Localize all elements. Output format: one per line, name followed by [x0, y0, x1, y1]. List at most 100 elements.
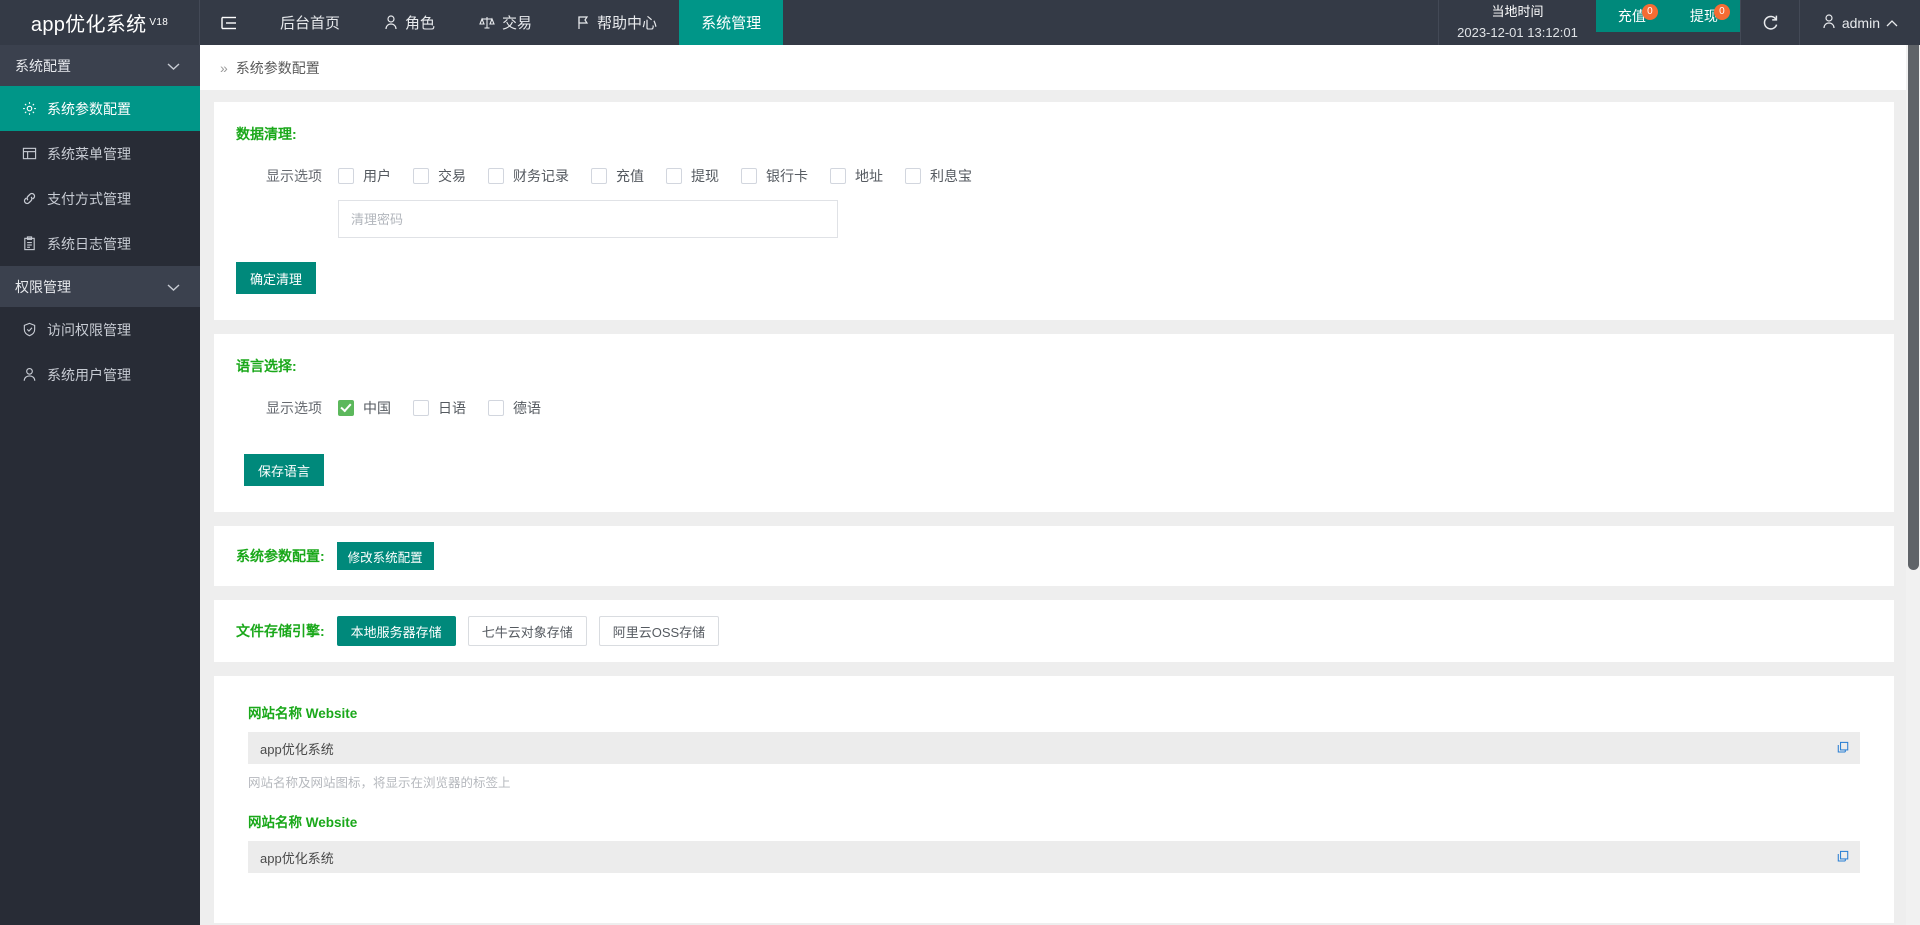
checkbox-box[interactable]	[338, 168, 354, 184]
content-area: 数据清理: 显示选项 用户 交易 财务记录	[200, 90, 1908, 923]
main-content: » 系统参数配置 数据清理: 显示选项 用户 交易	[200, 45, 1908, 925]
refresh-icon[interactable]	[1740, 0, 1799, 45]
double-chevron-right-icon: »	[220, 60, 228, 76]
nav-item-trade[interactable]: 交易	[457, 0, 554, 45]
checkbox-box[interactable]	[591, 168, 607, 184]
sidebar-item-label: 访问权限管理	[47, 320, 131, 340]
user-name: admin	[1842, 15, 1880, 31]
withdraw-button[interactable]: 0 提现	[1668, 0, 1740, 32]
main-nav: 后台首页 角色 交易	[258, 0, 1438, 45]
system-param-row: 系统参数配置: 修改系统配置	[236, 542, 1872, 570]
flag-icon	[576, 15, 590, 30]
checkbox-lixibao[interactable]: 利息宝	[905, 166, 972, 186]
chevron-down-icon	[167, 279, 180, 295]
sidebar-item-system-user[interactable]: 系统用户管理	[0, 352, 200, 397]
clean-password-input[interactable]	[338, 200, 838, 238]
checkbox-box[interactable]	[488, 400, 504, 416]
withdraw-badge: 0	[1714, 4, 1730, 20]
user-menu[interactable]: admin	[1799, 0, 1920, 45]
checkbox-japanese[interactable]: 日语	[413, 398, 466, 418]
checkbox-german[interactable]: 德语	[488, 398, 541, 418]
website-settings-card: 网站名称 Website 网站名称及网站图标，将显示在浏览器的标签上 网站名称 …	[214, 676, 1894, 923]
checkbox-box[interactable]	[413, 168, 429, 184]
checkbox-bank-card[interactable]: 银行卡	[741, 166, 808, 186]
checkbox-box[interactable]	[830, 168, 846, 184]
checkbox-label: 交易	[438, 166, 466, 186]
sidebar: 系统配置 系统参数配置 系统菜单管理	[0, 45, 200, 925]
local-time-value: 2023-12-01 13:12:01	[1457, 23, 1578, 43]
checkbox-box[interactable]	[338, 400, 354, 416]
hamburger-icon[interactable]	[200, 0, 258, 45]
top-right-actions: 当地时间 2023-12-01 13:12:01 0 充值 0 提现 admin	[1438, 0, 1920, 45]
checkbox-box[interactable]	[666, 168, 682, 184]
storage-engine-row: 文件存储引擎: 本地服务器存储 七牛云对象存储 阿里云OSS存储	[236, 616, 1872, 646]
language-title: 语言选择:	[236, 356, 1872, 376]
modify-system-config-button[interactable]: 修改系统配置	[337, 542, 434, 570]
checkbox-withdraw[interactable]: 提现	[666, 166, 719, 186]
field-website-name-2: 网站名称 Website	[248, 811, 1860, 873]
recharge-button[interactable]: 0 充值	[1596, 0, 1668, 32]
local-time: 当地时间 2023-12-01 13:12:01	[1438, 0, 1596, 45]
checkbox-address[interactable]: 地址	[830, 166, 883, 186]
checkbox-label: 利息宝	[930, 166, 972, 186]
checkbox-trade[interactable]: 交易	[413, 166, 466, 186]
storage-option-local[interactable]: 本地服务器存储	[337, 616, 456, 646]
checkbox-box[interactable]	[905, 168, 921, 184]
nav-item-dashboard[interactable]: 后台首页	[258, 0, 362, 45]
language-card: 语言选择: 显示选项 中国 日语 德语	[214, 334, 1894, 512]
checkbox-user[interactable]: 用户	[338, 166, 391, 186]
recharge-badge: 0	[1642, 4, 1658, 20]
nav-item-system[interactable]: 系统管理	[679, 0, 783, 45]
sidebar-item-label: 系统菜单管理	[47, 144, 131, 164]
checkbox-label: 日语	[438, 398, 466, 418]
checkbox-label: 德语	[513, 398, 541, 418]
page-scrollbar-thumb[interactable]	[1908, 2, 1919, 570]
system-param-title: 系统参数配置:	[236, 546, 325, 566]
sidebar-group-label: 权限管理	[15, 277, 167, 297]
confirm-clean-button[interactable]: 确定清理	[236, 262, 316, 294]
checkbox-box[interactable]	[413, 400, 429, 416]
nav-label: 后台首页	[280, 12, 340, 33]
nav-item-role[interactable]: 角色	[362, 0, 457, 45]
checkbox-box[interactable]	[741, 168, 757, 184]
checkbox-label: 充值	[616, 166, 644, 186]
checkbox-label: 中国	[363, 398, 391, 418]
brand-version: V18	[149, 17, 168, 28]
nav-label: 系统管理	[701, 12, 761, 33]
storage-option-aliyun-oss[interactable]: 阿里云OSS存储	[599, 616, 719, 646]
app-brand: app优化系统V18	[0, 0, 200, 45]
storage-option-qiniu[interactable]: 七牛云对象存储	[468, 616, 587, 646]
checkbox-box[interactable]	[488, 168, 504, 184]
sidebar-item-access-permission[interactable]: 访问权限管理	[0, 307, 200, 352]
sidebar-group-system-config[interactable]: 系统配置	[0, 45, 200, 86]
checkbox-label: 提现	[691, 166, 719, 186]
user-icon	[384, 15, 398, 30]
data-clean-title: 数据清理:	[236, 124, 1872, 144]
language-save-row: 保存语言	[236, 454, 1872, 486]
website-name-input[interactable]	[248, 732, 1860, 764]
copy-icon[interactable]	[1836, 741, 1850, 755]
language-options-label: 显示选项	[236, 398, 322, 418]
clean-submit-row: 确定清理	[236, 262, 1872, 294]
copy-icon[interactable]	[1836, 850, 1850, 864]
language-checkbox-group: 中国 日语 德语	[338, 398, 563, 418]
clean-password-row	[236, 200, 1872, 238]
sidebar-item-system-menu[interactable]: 系统菜单管理	[0, 131, 200, 176]
sidebar-group-permission[interactable]: 权限管理	[0, 266, 200, 307]
sidebar-item-system-log[interactable]: 系统日志管理	[0, 221, 200, 266]
field-label: 网站名称 Website	[248, 702, 1860, 722]
checkbox-recharge[interactable]: 充值	[591, 166, 644, 186]
checkbox-chinese[interactable]: 中国	[338, 398, 391, 418]
save-language-button[interactable]: 保存语言	[244, 454, 324, 486]
checkbox-label: 财务记录	[513, 166, 569, 186]
website-name-input-2[interactable]	[248, 841, 1860, 873]
sidebar-item-payment-method[interactable]: 支付方式管理	[0, 176, 200, 221]
local-time-label: 当地时间	[1491, 2, 1543, 22]
sidebar-item-system-params[interactable]: 系统参数配置	[0, 86, 200, 131]
checkbox-financial-record[interactable]: 财务记录	[488, 166, 569, 186]
nav-label: 角色	[405, 12, 435, 33]
field-label: 网站名称 Website	[248, 811, 1860, 831]
nav-item-help[interactable]: 帮助中心	[554, 0, 679, 45]
checkbox-label: 用户	[363, 166, 391, 186]
nav-label: 交易	[502, 12, 532, 33]
